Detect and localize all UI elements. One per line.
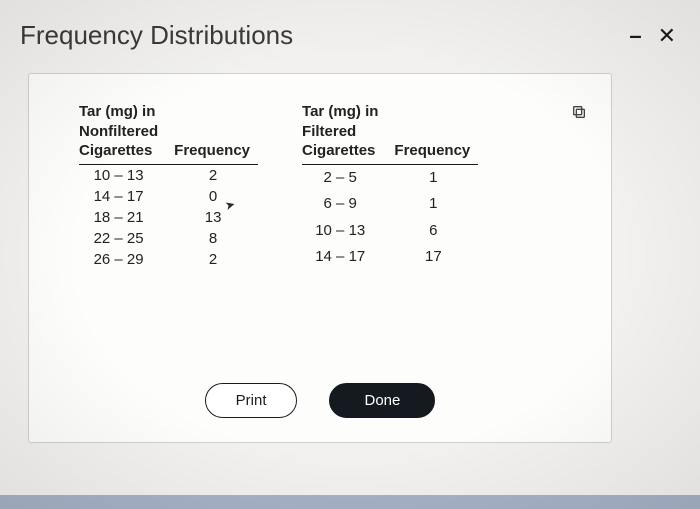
minimize-icon[interactable]: –	[629, 25, 641, 47]
content-card: Tar (mg) in Nonfiltered Cigarettes Frequ…	[28, 73, 612, 443]
t1-col2-header: Frequency	[166, 102, 258, 164]
table-row: 10 – 132	[79, 164, 258, 186]
tables-wrap: Tar (mg) in Nonfiltered Cigarettes Frequ…	[79, 102, 589, 270]
t2-col2-header: Frequency	[386, 102, 478, 164]
t2-col1-header: Tar (mg) in Filtered Cigarettes	[302, 102, 386, 164]
table-row: 2 – 51	[302, 164, 478, 191]
table-row: 14 – 1717	[302, 243, 478, 269]
close-icon[interactable]: ✕	[658, 25, 676, 47]
copy-icon[interactable]	[571, 104, 587, 120]
bottom-edge	[0, 495, 700, 509]
table-row: 10 – 136	[302, 217, 478, 243]
table-row: 26 – 292	[79, 249, 258, 270]
t1-col1-header: Tar (mg) in Nonfiltered Cigarettes	[79, 102, 166, 164]
print-button[interactable]: Print	[205, 383, 298, 418]
window: Frequency Distributions – ✕ Tar (mg) in …	[0, 0, 700, 509]
nonfiltered-table: Tar (mg) in Nonfiltered Cigarettes Frequ…	[79, 102, 258, 270]
button-row: Print Done	[29, 383, 611, 418]
table-row: 22 – 258	[79, 228, 258, 249]
header-row: Frequency Distributions – ✕	[20, 20, 676, 51]
table-row: 6 – 91	[302, 191, 478, 217]
window-controls: – ✕	[629, 25, 676, 47]
done-button[interactable]: Done	[329, 383, 435, 418]
page-title: Frequency Distributions	[20, 20, 293, 51]
filtered-table: Tar (mg) in Filtered Cigarettes Frequenc…	[302, 102, 478, 270]
